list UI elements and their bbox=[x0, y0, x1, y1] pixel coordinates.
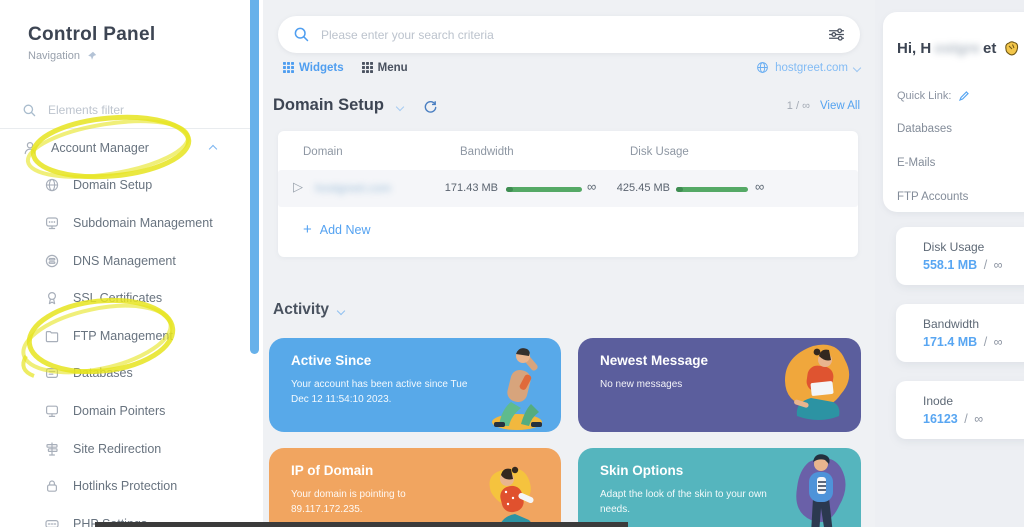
grid-icon bbox=[283, 62, 294, 73]
domain-selector[interactable]: hostgreet.com bbox=[756, 61, 862, 74]
sidebar-item-subdomain-management[interactable]: Subdomain Management bbox=[0, 204, 250, 242]
play-icon[interactable]: ▷ bbox=[293, 179, 303, 195]
sidebar-item-dns-management[interactable]: DNS Management bbox=[0, 242, 250, 280]
chevron-down-icon bbox=[852, 62, 862, 74]
monitor-icon bbox=[43, 402, 60, 419]
user-greeting-card: Hi, Hostgreet Quick Link: ph Databases E… bbox=[883, 12, 1024, 212]
left-sidebar: Control Panel Navigation Account Manager… bbox=[0, 0, 263, 527]
global-search-input[interactable] bbox=[321, 27, 828, 42]
search-icon bbox=[293, 26, 310, 43]
domain-table: Domain Bandwidth Disk Usage ▷ hostgreet.… bbox=[278, 131, 858, 257]
globe-icon bbox=[43, 177, 60, 194]
chevron-down-icon[interactable] bbox=[336, 301, 346, 319]
search-icon bbox=[22, 103, 37, 118]
disk-value: 425.45 MB bbox=[616, 182, 670, 194]
stat-inode: Inode 16123 / ∞ bbox=[896, 381, 1024, 439]
link-databases[interactable]: Databases bbox=[897, 123, 952, 135]
folder-icon bbox=[43, 327, 60, 344]
dns-icon bbox=[43, 252, 60, 269]
globe-icon bbox=[756, 61, 769, 74]
certificate-icon bbox=[43, 290, 60, 307]
card-ip-of-domain[interactable]: IP of Domain Your domain is pointing to … bbox=[269, 448, 561, 527]
filter-sliders-icon[interactable] bbox=[828, 27, 845, 42]
quick-toolbar: Widgets Menu hostgreet.com bbox=[283, 61, 862, 74]
widgets-button[interactable]: Widgets bbox=[283, 62, 344, 74]
link-emails[interactable]: E-Mails bbox=[897, 157, 935, 169]
stat-value: 171.4 MB bbox=[923, 335, 978, 349]
navigation-label: Navigation bbox=[28, 50, 97, 62]
disk-bar bbox=[676, 186, 748, 192]
stat-value: 558.1 MB bbox=[923, 258, 978, 272]
standing-illustration bbox=[796, 454, 846, 527]
person-icon bbox=[21, 139, 38, 156]
right-panel: Hi, Hostgreet Quick Link: ph Databases E… bbox=[875, 0, 1024, 527]
main-content: Widgets Menu hostgreet.com Domain Setup … bbox=[263, 0, 875, 527]
stat-value: 16123 bbox=[923, 412, 958, 426]
sidebar-item-databases[interactable]: Databases bbox=[0, 355, 250, 393]
pencil-icon[interactable] bbox=[958, 90, 970, 102]
stat-bandwidth: Bandwidth 171.4 MB / ∞ bbox=[896, 304, 1024, 362]
card-skin-options[interactable]: Skin Options Adapt the look of the skin … bbox=[578, 448, 861, 527]
chat-monitor-icon bbox=[43, 214, 60, 231]
bandwidth-limit: ∞ bbox=[587, 179, 597, 194]
card-newest-message[interactable]: Newest Message No new messages bbox=[578, 338, 861, 432]
chevron-up-icon bbox=[208, 141, 218, 155]
elements-filter-input[interactable] bbox=[48, 103, 227, 117]
disk-limit: ∞ bbox=[755, 179, 765, 194]
plus-icon: + bbox=[303, 221, 312, 238]
sidebar-nav: Account Manager Domain Setup Subdomain M… bbox=[0, 129, 250, 527]
global-search[interactable] bbox=[278, 16, 860, 53]
sidebar-item-ssl-certificates[interactable]: SSL Certificates bbox=[0, 279, 250, 317]
sidebar-item-ftp-management[interactable]: FTP Management bbox=[0, 317, 250, 355]
bandwidth-bar bbox=[506, 186, 582, 192]
domain-name: hostgreet.com bbox=[315, 181, 392, 195]
domain-setup-title: Domain Setup bbox=[273, 96, 384, 114]
card-active-since[interactable]: Active Since Your account has been activ… bbox=[269, 338, 561, 432]
table-row[interactable]: ▷ hostgreet.com 171.43 MB ∞ 425.45 MB ∞ bbox=[278, 170, 858, 207]
page-title: Control Panel bbox=[28, 24, 156, 45]
php-icon bbox=[43, 515, 60, 527]
link-ftp-accounts[interactable]: FTP Accounts bbox=[897, 191, 968, 203]
sidebar-item-hotlinks-protection[interactable]: Hotlinks Protection bbox=[0, 467, 250, 505]
sidebar-item-account-manager[interactable]: Account Manager bbox=[0, 129, 250, 167]
menu-button[interactable]: Menu bbox=[361, 62, 408, 74]
kneeling-illustration bbox=[489, 466, 534, 527]
database-icon bbox=[43, 365, 60, 382]
sidebar-item-domain-pointers[interactable]: Domain Pointers bbox=[0, 392, 250, 430]
bandwidth-value: 171.43 MB bbox=[444, 182, 498, 194]
sidebar-item-site-redirection[interactable]: Site Redirection bbox=[0, 430, 250, 468]
chevron-down-icon[interactable] bbox=[395, 97, 405, 115]
view-all-link[interactable]: View All bbox=[820, 100, 860, 112]
domain-setup-header: Domain Setup 1 / ∞ View All bbox=[273, 96, 860, 115]
user-greeting: Hi, Hostgre et bbox=[897, 40, 1020, 57]
add-new-button[interactable]: + Add New bbox=[303, 221, 371, 238]
waving-hand-icon bbox=[1003, 40, 1020, 57]
activity-header: Activity bbox=[273, 301, 346, 319]
bottom-window-edge bbox=[95, 522, 628, 527]
quick-link-row: Quick Link: ph bbox=[897, 90, 1024, 102]
sidebar-item-domain-setup[interactable]: Domain Setup bbox=[0, 167, 250, 205]
lock-icon bbox=[43, 478, 60, 495]
pagination: 1 / ∞ bbox=[786, 99, 810, 112]
reader-illustration bbox=[785, 344, 850, 420]
pin-icon[interactable] bbox=[87, 51, 97, 61]
runner-illustration bbox=[492, 348, 542, 430]
refresh-icon[interactable] bbox=[423, 99, 437, 113]
signpost-icon bbox=[43, 440, 60, 457]
username-redacted: ostgre bbox=[934, 40, 981, 57]
sidebar-scrollbar[interactable] bbox=[250, 0, 259, 354]
grid-icon bbox=[361, 62, 373, 73]
elements-filter[interactable] bbox=[22, 98, 227, 122]
stat-disk-usage: Disk Usage 558.1 MB / ∞ bbox=[896, 227, 1024, 285]
